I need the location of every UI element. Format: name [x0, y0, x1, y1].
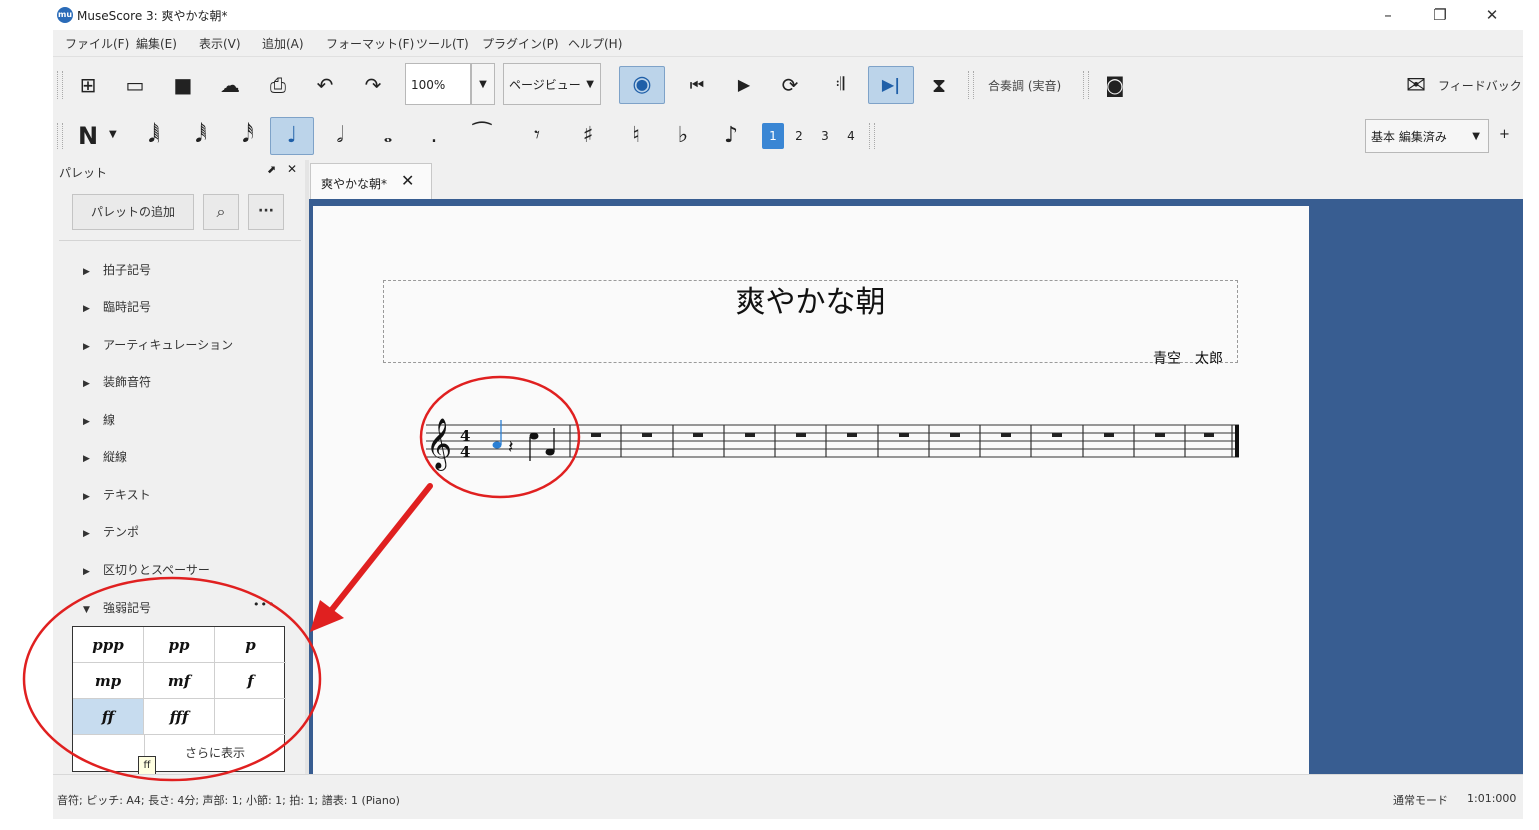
annotation-overlay — [22, 375, 581, 782]
annotation-circle-score — [419, 375, 581, 499]
annotation-circle-palette — [22, 576, 322, 782]
annotation-arrow-shaft — [323, 483, 433, 620]
